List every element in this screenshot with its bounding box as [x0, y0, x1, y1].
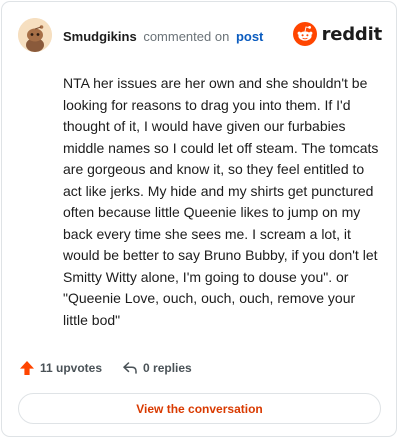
- username[interactable]: Smudgikins: [63, 29, 137, 44]
- reply-arrow-icon: [123, 362, 137, 374]
- post-link[interactable]: post: [236, 29, 263, 44]
- comment-body: NTA her issues are her own and she shoul…: [63, 75, 379, 328]
- reddit-logo-icon: [292, 22, 317, 46]
- reddit-logo[interactable]: reddit: [292, 22, 383, 46]
- upvote-count: 11 upvotes: [40, 361, 103, 375]
- user-avatar[interactable]: [18, 18, 52, 52]
- reply-button[interactable]: 0 replies: [122, 360, 192, 376]
- commented-on-text: commented on: [143, 29, 230, 44]
- upvote-button[interactable]: 11 upvotes: [19, 360, 102, 376]
- comment-actions: 11 upvotes 0 replies: [19, 360, 192, 376]
- comment-card: Smudgikins commented on post reddit NTA …: [1, 1, 397, 437]
- reply-count: 0 replies: [143, 361, 192, 375]
- upvote-arrow-icon: [20, 361, 34, 375]
- view-conversation-button[interactable]: View the conversation: [18, 393, 381, 424]
- comment-header: Smudgikins commented on post: [63, 29, 263, 44]
- avatar-icon: [18, 18, 52, 52]
- reddit-wordmark: reddit: [321, 23, 383, 45]
